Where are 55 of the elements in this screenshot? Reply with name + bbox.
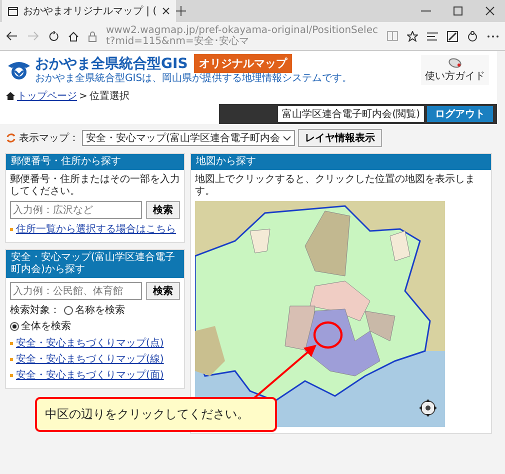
lock-icon xyxy=(88,30,97,42)
bullet-icon xyxy=(10,358,13,360)
search-target-label: 検索対象： xyxy=(10,304,60,317)
search-button[interactable]: 検索 xyxy=(146,282,180,300)
tab-page-icon xyxy=(8,6,18,16)
map-label: オリジナルマップ xyxy=(194,54,292,73)
guide-button[interactable]: 使い方ガイド xyxy=(421,54,489,84)
breadcrumb-link[interactable]: トップページ xyxy=(17,89,77,103)
radio-option[interactable]: 全体を検索 xyxy=(10,319,71,333)
highlight-circle xyxy=(313,321,343,349)
pan-control-icon[interactable] xyxy=(419,399,437,417)
map-dropdown[interactable]: 安全・安心マップ(富山学区連合電子町内会 xyxy=(82,130,295,146)
panel-header: 地図から探す xyxy=(191,154,491,170)
note-pen-icon[interactable] xyxy=(447,30,458,42)
caret-icon xyxy=(282,136,291,140)
panel-header: 安全・安心マップ(富山学区連合電子町内会)から探す xyxy=(6,250,184,278)
breadcrumb-separator: > xyxy=(79,90,88,102)
user-name-field: 富山学区連合電子町内会(閲覧) xyxy=(278,106,424,122)
breadcrumb-current: 位置選択 xyxy=(89,90,130,103)
search-field[interactable]: 入力例：公民館、体育館 xyxy=(10,282,142,300)
bullet-icon xyxy=(10,342,13,344)
star-icon[interactable] xyxy=(407,30,418,42)
close-icon[interactable] xyxy=(162,7,170,15)
logo-icon xyxy=(6,60,32,80)
link[interactable]: 安全・安心まちづくりマップ(面) xyxy=(16,368,164,382)
panel-header: 郵便番号・住所から探す xyxy=(6,154,184,170)
site-title: おかやま全県統合型GIS xyxy=(35,56,188,72)
refresh-icon[interactable] xyxy=(48,30,59,42)
maximize-icon[interactable] xyxy=(453,6,463,16)
link[interactable]: 住所一覧から選択する場合はこちら xyxy=(16,222,176,236)
bullet-icon xyxy=(10,228,13,230)
radio-option[interactable]: 名称を検索 xyxy=(64,303,125,317)
instruction-text: 郵便番号・住所またはその一部を入力してください。 xyxy=(10,174,180,198)
home-icon[interactable] xyxy=(68,30,79,42)
hub-icon[interactable] xyxy=(427,32,438,40)
home-icon xyxy=(6,92,15,100)
more-icon[interactable] xyxy=(487,34,499,38)
new-tab-icon[interactable] xyxy=(176,6,186,16)
close-icon[interactable] xyxy=(485,6,495,16)
link[interactable]: 安全・安心まちづくりマップ(線) xyxy=(16,352,164,366)
mouse-icon xyxy=(447,56,463,68)
display-map-label: 表示マップ： xyxy=(19,132,79,145)
search-field[interactable]: 入力例：広沢など xyxy=(10,201,142,219)
site-subtitle: おかやま全県統合型GISは、岡山県が提供する地理情報システムです。 xyxy=(35,73,352,85)
browser-tab[interactable]: おかやまオリジナルマップ | ( xyxy=(2,0,176,22)
callout: 中区の辺りをクリックしてください。 xyxy=(35,397,277,432)
share-icon[interactable] xyxy=(467,30,478,42)
back-arrow-icon[interactable] xyxy=(6,31,18,41)
bullet-icon xyxy=(10,374,13,376)
layer-info-button[interactable]: レイヤ情報表示 xyxy=(298,129,382,147)
search-button[interactable]: 検索 xyxy=(146,201,180,219)
link[interactable]: 安全・安心まちづくりマップ(点) xyxy=(16,336,164,350)
instruction-text: 地図上でクリックすると、クリックした位置の地図を表示します。 xyxy=(195,174,476,198)
sync-icon xyxy=(6,133,16,143)
logout-button[interactable]: ログアウト xyxy=(427,106,493,122)
